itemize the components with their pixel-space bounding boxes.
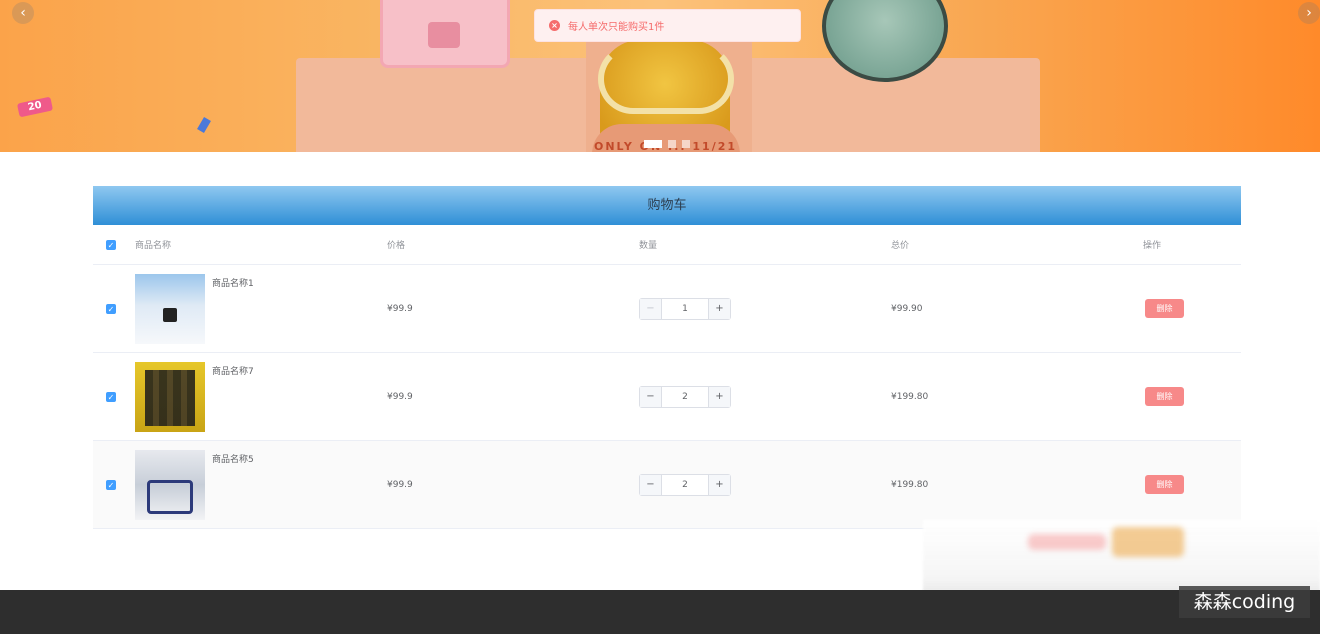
product-name: 商品名称1: [212, 278, 254, 289]
cart-title: 购物车: [93, 186, 1241, 225]
row-total: ¥199.80: [891, 479, 929, 490]
quantity-stepper: − +: [639, 297, 731, 320]
table-row: ✓ 商品名称5 ¥99.9 − + ¥199.80 删除: [93, 441, 1241, 529]
increase-button[interactable]: +: [708, 386, 730, 407]
delete-button[interactable]: 删除: [1145, 299, 1184, 318]
product-thumbnail[interactable]: [135, 273, 205, 344]
product-price: ¥99.9: [387, 303, 413, 314]
product-price: ¥99.9: [387, 391, 413, 402]
delete-button[interactable]: 删除: [1145, 387, 1184, 406]
product-name: 商品名称7: [212, 366, 254, 377]
quantity-stepper: − +: [639, 473, 731, 496]
column-header-quantity: 数量: [639, 241, 658, 251]
decrease-button[interactable]: −: [640, 474, 662, 495]
quantity-input[interactable]: [662, 298, 708, 319]
product-name: 商品名称5: [212, 454, 254, 465]
carousel-dot-2[interactable]: [668, 140, 676, 148]
cart-table-header: ✓ 商品名称 价格 数量 总价 操作: [93, 225, 1241, 265]
carousel-dot-3[interactable]: [682, 140, 690, 148]
delete-button[interactable]: 删除: [1145, 475, 1184, 494]
quantity-stepper: − +: [639, 385, 731, 408]
select-all-checkbox[interactable]: ✓: [106, 239, 116, 250]
product-price: ¥99.9: [387, 479, 413, 490]
increase-button[interactable]: +: [708, 298, 730, 319]
decrease-button[interactable]: −: [640, 386, 662, 407]
shopping-cart: 购物车 ✓ 商品名称 价格 数量 总价 操作 ✓ 商品名称1 ¥99.9 − +…: [93, 186, 1241, 529]
product-thumbnail[interactable]: [135, 449, 205, 520]
confetti-piece: [197, 116, 211, 134]
row-total: ¥99.90: [891, 303, 923, 314]
quantity-input[interactable]: [662, 474, 708, 495]
error-message-toast: × 每人单次只能购买1件: [534, 9, 801, 42]
decrease-button[interactable]: −: [640, 298, 662, 319]
column-header-total: 总价: [891, 241, 910, 251]
close-circle-icon: ×: [549, 20, 560, 31]
carousel-dot-1[interactable]: [644, 140, 662, 148]
table-row: ✓ 商品名称1 ¥99.9 − + ¥99.90 删除: [93, 265, 1241, 353]
carousel-indicators: [644, 140, 690, 148]
column-header-action: 操作: [1143, 241, 1162, 251]
page-footer: [0, 590, 1320, 634]
product-thumbnail[interactable]: [135, 361, 205, 432]
checkout-button-blurred[interactable]: [1112, 527, 1184, 557]
row-checkbox[interactable]: ✓: [106, 303, 116, 314]
toast-message: 每人单次只能购买1件: [568, 22, 665, 33]
row-total: ¥199.80: [891, 391, 929, 402]
table-row: ✓ 商品名称7 ¥99.9 − + ¥199.80 删除: [93, 353, 1241, 441]
video-watermark: 森森coding: [1179, 586, 1310, 618]
row-checkbox[interactable]: ✓: [106, 391, 116, 402]
carousel-next-button[interactable]: ›: [1298, 2, 1320, 24]
checkout-total-blurred: [1028, 534, 1106, 550]
column-header-name: 商品名称: [135, 241, 172, 251]
increase-button[interactable]: +: [708, 474, 730, 495]
handbag-clasp: [428, 22, 460, 48]
badge-20: 20: [16, 96, 54, 118]
quantity-input[interactable]: [662, 386, 708, 407]
gold-chain: [598, 44, 734, 114]
carousel-prev-button[interactable]: ‹: [12, 2, 34, 24]
row-checkbox[interactable]: ✓: [106, 479, 116, 490]
column-header-price: 价格: [387, 241, 406, 251]
pedestal-left: [296, 58, 596, 152]
